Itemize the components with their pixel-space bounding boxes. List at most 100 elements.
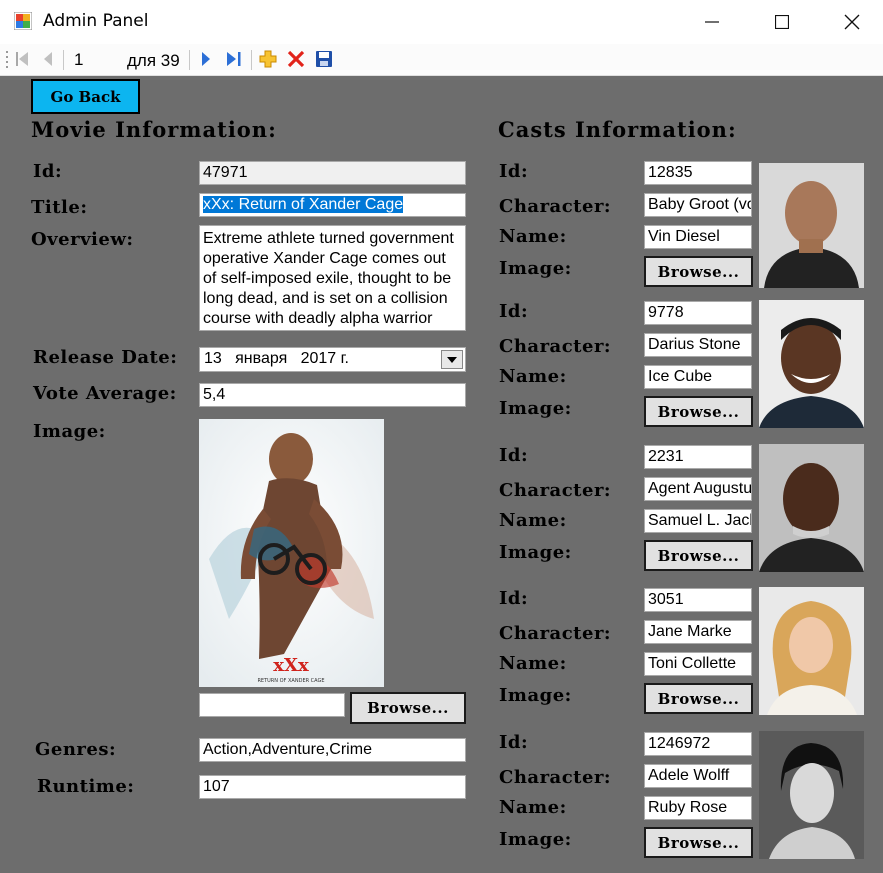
cast-name-label: Name: xyxy=(499,653,567,674)
cast-id-field[interactable]: 12835 xyxy=(644,161,752,185)
title-bar: Admin Panel xyxy=(0,0,883,44)
cast-id-field[interactable]: 9778 xyxy=(644,301,752,325)
cast-name-field[interactable]: Ruby Rose xyxy=(644,796,752,820)
cast-name-field[interactable]: Toni Collette xyxy=(644,652,752,676)
cast-photo xyxy=(759,300,864,428)
move-first-icon xyxy=(16,52,28,66)
cast-character-field[interactable]: Baby Groot (vo xyxy=(644,193,752,217)
cast-photo xyxy=(759,587,864,715)
poster-art: xXx RETURN OF XANDER CAGE xyxy=(199,419,384,687)
cast-photo xyxy=(759,444,864,572)
movie-image-path-field[interactable] xyxy=(199,693,345,717)
cast-id-label: Id: xyxy=(499,161,529,182)
close-button[interactable] xyxy=(817,0,883,44)
cast-image-label: Image: xyxy=(499,398,572,419)
cast-browse-button[interactable]: Browse... xyxy=(644,540,753,571)
overview-label: Overview: xyxy=(31,229,134,250)
delete-icon xyxy=(287,50,305,68)
cast-name-label: Name: xyxy=(499,797,567,818)
movie-image-label: Image: xyxy=(33,421,106,442)
cast-browse-button[interactable]: Browse... xyxy=(644,683,753,714)
cast-id-field[interactable]: 1246972 xyxy=(644,732,752,756)
cast-name-field[interactable]: Samuel L. Jack xyxy=(644,509,752,533)
move-next-icon xyxy=(202,52,210,66)
cast-character-label: Character: xyxy=(499,336,612,357)
cast-browse-button[interactable]: Browse... xyxy=(644,827,753,858)
poster-caption: RETURN OF XANDER CAGE xyxy=(257,678,324,684)
cast-character-field[interactable]: Agent Augustu xyxy=(644,477,752,501)
runtime-field[interactable]: 107 xyxy=(199,775,466,799)
cast-id-label: Id: xyxy=(499,732,529,753)
toolbar-separator xyxy=(251,50,252,70)
cast-character-label: Character: xyxy=(499,196,612,217)
maximize-button[interactable] xyxy=(747,0,817,44)
runtime-label: Runtime: xyxy=(37,776,135,797)
poster-logo: xXx xyxy=(273,655,309,676)
cast-name-label: Name: xyxy=(499,226,567,247)
cast-character-field[interactable]: Jane Marke xyxy=(644,620,752,644)
cast-browse-button[interactable]: Browse... xyxy=(644,256,753,287)
move-last-button[interactable] xyxy=(222,48,246,70)
movie-title-field[interactable]: xXx: Return of Xander Cage xyxy=(199,193,466,217)
position-input[interactable] xyxy=(70,49,120,71)
cast-id-field[interactable]: 2231 xyxy=(644,445,752,469)
move-next-button[interactable] xyxy=(196,48,216,70)
cast-photo xyxy=(759,731,864,859)
release-date-picker[interactable]: 13 января 2017 г. xyxy=(199,347,466,372)
toolbar-separator xyxy=(189,50,190,70)
movie-title-label: Title: xyxy=(31,197,88,218)
cast-photo xyxy=(759,163,864,288)
cast-name-field[interactable]: Vin Diesel xyxy=(644,225,752,249)
move-last-icon xyxy=(227,52,241,66)
cast-image-label: Image: xyxy=(499,542,572,563)
cast-image-label: Image: xyxy=(499,685,572,706)
release-date-value: 13 января 2017 г. xyxy=(204,350,349,367)
cast-name-field[interactable]: Ice Cube xyxy=(644,365,752,389)
vote-average-field[interactable]: 5,4 xyxy=(199,383,466,407)
movie-info-heading: Movie Information: xyxy=(31,117,277,142)
movie-id-field[interactable]: 47971 xyxy=(199,161,466,185)
save-icon xyxy=(316,51,332,67)
cast-image-label: Image: xyxy=(499,829,572,850)
add-icon xyxy=(259,50,277,68)
move-previous-icon xyxy=(44,52,52,66)
overview-textarea[interactable]: Extreme athlete turned government operat… xyxy=(199,225,466,331)
movie-title-selected-text: xXx: Return of Xander Cage xyxy=(203,196,404,213)
toolbar-grip xyxy=(4,48,10,70)
cast-id-label: Id: xyxy=(499,301,529,322)
go-back-button[interactable]: Go Back xyxy=(31,79,140,114)
casts-info-heading: Casts Information: xyxy=(498,117,737,142)
cast-character-label: Character: xyxy=(499,480,612,501)
cast-character-label: Character: xyxy=(499,623,612,644)
cast-character-field[interactable]: Darius Stone xyxy=(644,333,752,357)
delete-button[interactable] xyxy=(285,48,307,70)
cast-name-label: Name: xyxy=(499,366,567,387)
cast-name-label: Name: xyxy=(499,510,567,531)
vote-average-label: Vote Average: xyxy=(33,383,177,404)
minimize-icon xyxy=(705,21,719,23)
window-title: Admin Panel xyxy=(43,11,149,31)
add-new-button[interactable] xyxy=(257,48,279,70)
cast-id-label: Id: xyxy=(499,445,529,466)
cast-id-label: Id: xyxy=(499,588,529,609)
chevron-down-icon[interactable] xyxy=(441,350,463,369)
cast-character-field[interactable]: Adele Wolff xyxy=(644,764,752,788)
cast-browse-button[interactable]: Browse... xyxy=(644,396,753,427)
maximize-icon xyxy=(775,15,789,29)
movie-id-label: Id: xyxy=(33,161,63,182)
close-icon xyxy=(844,14,860,30)
save-button[interactable] xyxy=(313,48,335,70)
move-first-button[interactable] xyxy=(12,48,32,70)
release-date-label: Release Date: xyxy=(33,347,178,368)
toolbar-separator xyxy=(63,50,64,70)
movie-browse-button[interactable]: Browse... xyxy=(350,692,466,724)
movie-poster: xXx RETURN OF XANDER CAGE xyxy=(199,419,384,687)
count-label: для 39 xyxy=(127,51,180,70)
minimize-button[interactable] xyxy=(677,0,747,44)
cast-image-label: Image: xyxy=(499,258,572,279)
cast-character-label: Character: xyxy=(499,767,612,788)
app-icon xyxy=(14,12,32,30)
move-previous-button[interactable] xyxy=(38,48,58,70)
genres-field[interactable]: Action,Adventure,Crime xyxy=(199,738,466,762)
cast-id-field[interactable]: 3051 xyxy=(644,588,752,612)
